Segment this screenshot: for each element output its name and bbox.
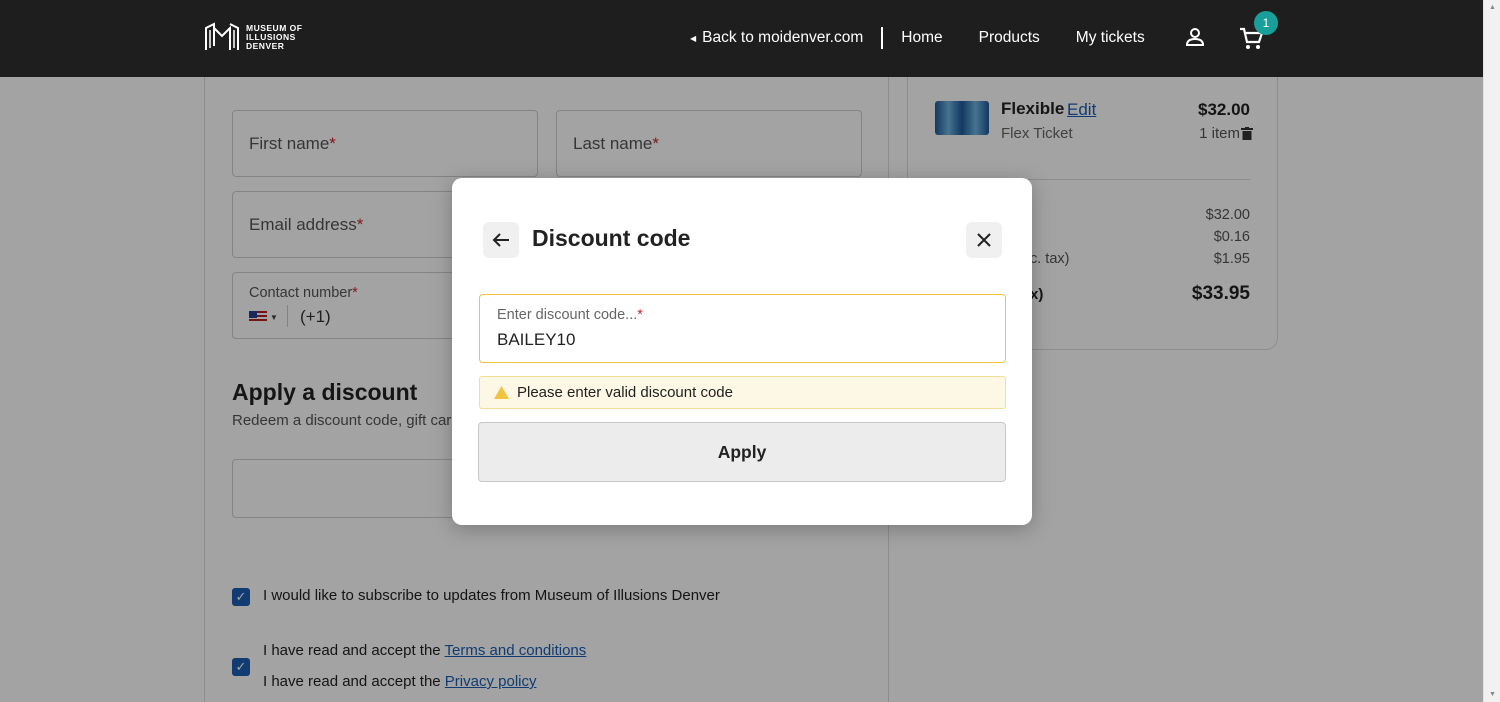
back-link-label: Back to moidenver.com	[702, 29, 864, 46]
modal-back-button[interactable]	[483, 222, 519, 258]
validation-warning: Please enter valid discount code	[479, 376, 1006, 409]
top-navbar: MUSEUM OF ILLUSIONS DENVER ◀ Back to moi…	[0, 0, 1483, 77]
warning-icon	[494, 386, 509, 399]
modal-title: Discount code	[532, 225, 691, 251]
required-mark: *	[637, 307, 643, 323]
discount-code-value: BAILEY10	[497, 330, 576, 349]
discount-code-modal: Discount code Enter discount code...* BA…	[452, 178, 1032, 525]
arrow-left-icon	[492, 233, 509, 247]
cart-count-badge: 1	[1254, 11, 1278, 35]
back-link[interactable]: ◀ Back to moidenver.com	[690, 29, 863, 47]
nav-home[interactable]: Home	[901, 29, 942, 47]
museum-logo[interactable]: MUSEUM OF ILLUSIONS DENVER	[204, 22, 302, 52]
discount-code-label: Enter discount code...*	[497, 307, 643, 323]
logo-line-3: DENVER	[246, 40, 285, 51]
modal-close-button[interactable]	[966, 222, 1002, 258]
nav-products[interactable]: Products	[979, 29, 1040, 47]
close-icon	[977, 233, 991, 247]
logo-text: MUSEUM OF ILLUSIONS DENVER	[246, 23, 302, 51]
discount-code-input[interactable]: Enter discount code...* BAILEY10	[479, 294, 1006, 363]
nav-divider	[881, 27, 884, 49]
logo-mark-icon	[205, 22, 239, 50]
discount-code-label-text: Enter discount code...	[497, 307, 638, 323]
main-nav: ◀ Back to moidenver.com Home Products My…	[690, 27, 1181, 49]
user-account-icon[interactable]	[1184, 26, 1206, 48]
caret-left-icon: ◀	[690, 33, 697, 43]
apply-button[interactable]: Apply	[478, 422, 1006, 482]
page-scrollbar[interactable]: ▲ ▼	[1483, 0, 1500, 702]
scroll-down-icon[interactable]: ▼	[1489, 691, 1496, 698]
scroll-up-icon[interactable]: ▲	[1489, 4, 1496, 11]
nav-my-tickets[interactable]: My tickets	[1076, 29, 1145, 47]
warning-text: Please enter valid discount code	[517, 384, 733, 401]
